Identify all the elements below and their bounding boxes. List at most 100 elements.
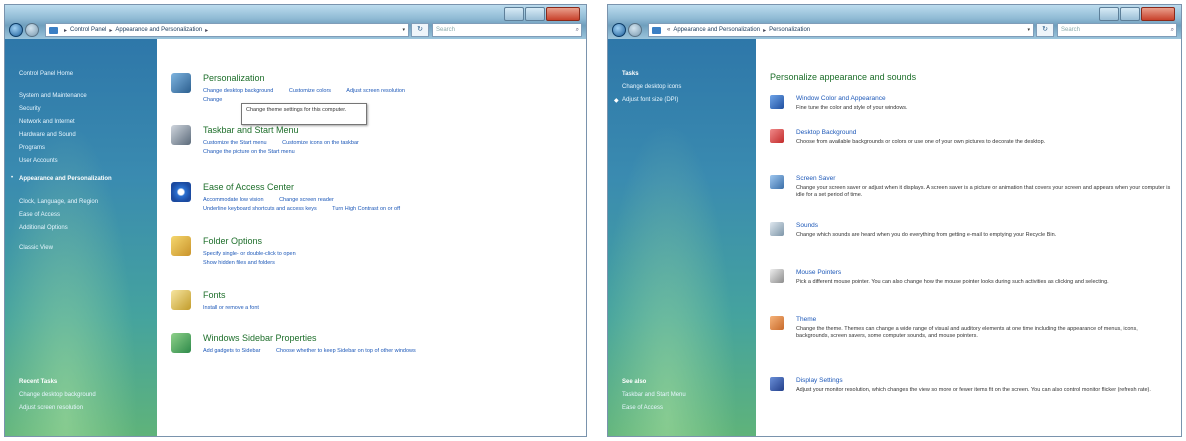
task-link[interactable]: Customize colors xyxy=(289,88,331,94)
task-link[interactable]: Turn High Contrast on or off xyxy=(332,206,400,212)
forward-arrow-icon[interactable] xyxy=(628,23,642,37)
breadcrumb-separator-icon: ▸ xyxy=(64,27,68,34)
task-link[interactable]: Adjust screen resolution xyxy=(346,88,405,94)
task-link[interactable]: Change xyxy=(203,97,222,103)
address-bar[interactable]: ▸ Control Panel ▸ Appearance and Persona… xyxy=(45,23,409,37)
sidebar-item-appearance[interactable]: Appearance and Personalization xyxy=(19,175,119,183)
refresh-button[interactable]: ↻ xyxy=(1036,23,1054,37)
search-icon[interactable]: ⌕ xyxy=(1171,27,1174,34)
see-also-link[interactable]: Ease of Access xyxy=(622,405,663,411)
sidebar-item-system[interactable]: System and Maintenance xyxy=(19,93,87,99)
folder-options-icon[interactable] xyxy=(171,236,191,256)
task-description: Change your screen saver or adjust when … xyxy=(796,185,1171,198)
theme-icon[interactable] xyxy=(770,316,784,330)
task-link[interactable]: Accommodate low vision xyxy=(203,197,264,203)
task-title-link[interactable]: Sounds xyxy=(796,222,818,229)
sidebar-item-home[interactable]: Control Panel Home xyxy=(19,71,73,77)
maximize-button[interactable] xyxy=(1120,7,1140,21)
task-description: Adjust your monitor resolution, which ch… xyxy=(796,387,1151,393)
sidebar-item-additional[interactable]: Additional Options xyxy=(19,225,68,231)
category-links: Customize the Start menu Customize icons… xyxy=(203,139,387,157)
task-title-link[interactable]: Screen Saver xyxy=(796,175,835,182)
breadcrumb-current[interactable]: Personalization xyxy=(769,27,810,33)
task-description: Choose from available backgrounds or col… xyxy=(796,139,1046,145)
recent-task-link[interactable]: Adjust screen resolution xyxy=(19,405,83,411)
sidebar-item-classic-view[interactable]: Classic View xyxy=(19,245,53,251)
mouse-pointer-icon[interactable] xyxy=(770,269,784,283)
category-links: Specify single- or double-click to open … xyxy=(203,250,324,268)
task-title-link[interactable]: Mouse Pointers xyxy=(796,269,841,276)
task-title-link[interactable]: Window Color and Appearance xyxy=(796,95,886,102)
sidebar-item-security[interactable]: Security xyxy=(19,106,41,112)
personalization-window: « Appearance and Personalization ▸ Perso… xyxy=(607,4,1182,437)
see-also-link[interactable]: Taskbar and Start Menu xyxy=(622,392,686,398)
minimize-button[interactable] xyxy=(1099,7,1119,21)
caption-buttons xyxy=(1098,7,1175,21)
task-link[interactable]: Change screen reader xyxy=(279,197,334,203)
search-input[interactable]: Search ⌕ xyxy=(432,23,582,37)
task-link[interactable]: Specify single- or double-click to open xyxy=(203,251,296,257)
task-link[interactable]: Customize icons on the taskbar xyxy=(282,140,359,146)
screen-saver-icon[interactable] xyxy=(770,175,784,189)
category-title[interactable]: Personalization xyxy=(203,73,265,83)
task-link[interactable]: Show hidden files and folders xyxy=(203,260,275,266)
task-title-link[interactable]: Display Settings xyxy=(796,377,843,384)
task-description: Change which sounds are heard when you d… xyxy=(796,232,1057,238)
category-title[interactable]: Folder Options xyxy=(203,236,262,246)
search-input[interactable]: Search ⌕ xyxy=(1057,23,1177,37)
sounds-icon[interactable] xyxy=(770,222,784,236)
task-link[interactable]: Change desktop background xyxy=(203,88,273,94)
task-link[interactable]: Change the picture on the Start menu xyxy=(203,149,295,155)
chevron-down-icon[interactable]: ▾ xyxy=(402,27,405,33)
forward-arrow-icon[interactable] xyxy=(25,23,39,37)
fonts-icon[interactable] xyxy=(171,290,191,310)
refresh-button[interactable]: ↻ xyxy=(411,23,429,37)
address-bar[interactable]: « Appearance and Personalization ▸ Perso… xyxy=(648,23,1034,37)
caption-buttons xyxy=(503,7,580,21)
minimize-button[interactable] xyxy=(504,7,524,21)
breadcrumb-current[interactable]: Appearance and Personalization xyxy=(115,27,202,33)
window-color-icon[interactable] xyxy=(770,95,784,109)
sidebar-item-ease[interactable]: Ease of Access xyxy=(19,212,60,218)
desktop-background-icon[interactable] xyxy=(770,129,784,143)
taskbar-icon[interactable] xyxy=(171,125,191,145)
category-title[interactable]: Taskbar and Start Menu xyxy=(203,125,299,135)
close-button[interactable] xyxy=(546,7,580,21)
task-title-link[interactable]: Desktop Background xyxy=(796,129,856,136)
breadcrumb-parent[interactable]: Appearance and Personalization xyxy=(673,27,760,33)
breadcrumb-root[interactable]: Control Panel xyxy=(70,27,106,33)
recent-task-link[interactable]: Change desktop background xyxy=(19,392,96,398)
task-link[interactable]: Add gadgets to Sidebar xyxy=(203,348,261,354)
close-button[interactable] xyxy=(1141,7,1175,21)
category-title[interactable]: Windows Sidebar Properties xyxy=(203,333,317,343)
sidebar-task-link[interactable]: Adjust font size (DPI) xyxy=(622,97,678,103)
category-title[interactable]: Fonts xyxy=(203,290,226,300)
sidebar-item-clock[interactable]: Clock, Language, and Region xyxy=(19,199,98,205)
back-arrow-icon[interactable] xyxy=(612,23,626,37)
maximize-button[interactable] xyxy=(525,7,545,21)
task-link[interactable]: Customize the Start menu xyxy=(203,140,267,146)
task-link[interactable]: Choose whether to keep Sidebar on top of… xyxy=(276,348,416,354)
sidebar-item-user-accounts[interactable]: User Accounts xyxy=(19,158,58,164)
sidebar-task-link[interactable]: Change desktop icons xyxy=(622,84,681,90)
display-settings-icon[interactable] xyxy=(770,377,784,391)
back-arrow-icon[interactable] xyxy=(9,23,23,37)
search-icon[interactable]: ⌕ xyxy=(576,27,579,34)
chevron-down-icon[interactable]: ▾ xyxy=(1027,27,1030,33)
task-title-link[interactable]: Theme xyxy=(796,316,816,323)
control-panel-icon xyxy=(652,26,661,34)
content-pane: Personalize appearance and sounds Window… xyxy=(756,39,1181,436)
sidebar-item-hardware[interactable]: Hardware and Sound xyxy=(19,132,76,138)
sidebar-item-programs[interactable]: Programs xyxy=(19,145,45,151)
windows-sidebar-icon[interactable] xyxy=(171,333,191,353)
recent-tasks-heading: Recent Tasks xyxy=(19,379,58,385)
search-placeholder: Search xyxy=(436,27,456,33)
sidebar-item-network[interactable]: Network and Internet xyxy=(19,119,75,125)
task-description: Fine tune the color and style of your wi… xyxy=(796,105,908,111)
ease-of-access-icon[interactable] xyxy=(171,182,191,202)
breadcrumb-separator-icon: ▸ xyxy=(109,27,113,34)
category-title[interactable]: Ease of Access Center xyxy=(203,182,294,192)
task-link[interactable]: Install or remove a font xyxy=(203,305,259,311)
task-link[interactable]: Underline keyboard shortcuts and access … xyxy=(203,206,317,212)
personalization-icon[interactable] xyxy=(171,73,191,93)
